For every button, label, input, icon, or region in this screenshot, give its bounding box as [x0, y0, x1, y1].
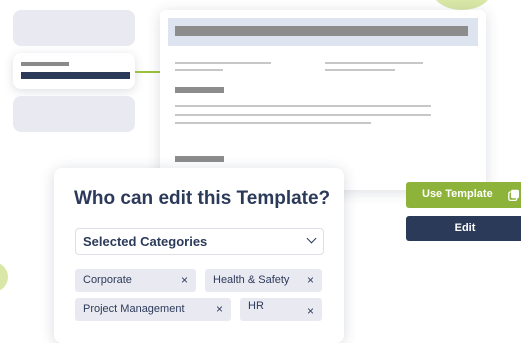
template-card[interactable]	[13, 10, 135, 46]
category-select-value: Selected Categories	[83, 234, 208, 249]
template-card-placeholder-line	[21, 62, 69, 66]
category-chip: Health & Safety ×	[205, 269, 322, 292]
edit-button[interactable]: Edit	[406, 216, 521, 241]
category-select[interactable]: Selected Categories	[75, 228, 324, 255]
category-chip: Project Management ×	[75, 298, 231, 321]
category-chip-label: Corporate	[83, 274, 132, 286]
placeholder-line	[325, 62, 423, 64]
template-card[interactable]	[13, 96, 135, 132]
placeholder-heading	[175, 156, 224, 162]
template-preview-header	[168, 18, 478, 46]
close-icon[interactable]: ×	[181, 273, 188, 287]
close-icon[interactable]: ×	[216, 302, 223, 316]
template-preview-header-bar	[175, 26, 468, 36]
use-template-button[interactable]: Use Template	[406, 182, 521, 208]
placeholder-line	[175, 114, 431, 116]
use-template-label: Use Template	[422, 188, 493, 200]
close-icon[interactable]: ×	[307, 273, 314, 287]
category-chip-label: Project Management	[83, 303, 185, 315]
placeholder-line	[175, 122, 371, 124]
connector-line	[135, 71, 161, 73]
category-chip-label: HR	[248, 300, 264, 312]
decorative-blob	[432, 0, 492, 10]
close-icon[interactable]: ×	[307, 304, 314, 318]
placeholder-heading	[175, 87, 224, 93]
category-chip-label: Health & Safety	[213, 274, 290, 286]
panel-title: Who can edit this Template?	[74, 188, 331, 209]
edit-permissions-panel: Who can edit this Template? Selected Cat…	[54, 168, 344, 343]
category-chip: HR ×	[240, 298, 322, 321]
copy-icon	[508, 189, 519, 201]
edit-label: Edit	[454, 222, 476, 234]
placeholder-line	[175, 105, 431, 107]
placeholder-line	[175, 62, 271, 64]
category-chip: Corporate ×	[75, 269, 196, 292]
template-preview	[160, 10, 486, 190]
placeholder-line	[325, 69, 395, 71]
template-card-placeholder-title	[21, 72, 130, 79]
template-card-selected[interactable]	[13, 53, 135, 89]
chevron-down-icon	[306, 233, 317, 244]
decorative-blob	[0, 262, 8, 292]
placeholder-line	[175, 69, 223, 71]
